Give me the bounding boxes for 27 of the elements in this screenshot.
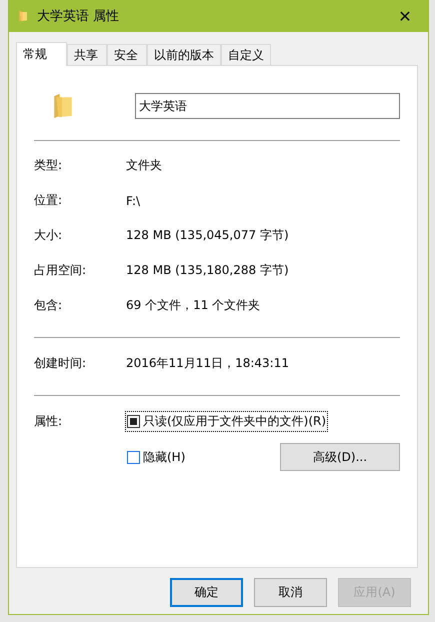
tab[interactable]: 常规 [16,42,67,66]
advanced-button[interactable]: 高级(D)... [280,443,400,471]
window-title: 大学英语 属性 [37,8,120,25]
field-label: 包含: [34,297,64,314]
close-button[interactable]: ✕ [382,0,428,32]
field-value: 文件夹 [126,157,162,174]
tab[interactable]: 安全 [107,44,147,65]
dialog-button[interactable]: 确定 [170,578,243,607]
field-label: 位置: [34,192,64,209]
tab[interactable]: 以前的版本 [147,44,221,65]
tab[interactable]: 共享 [67,44,107,65]
field-label: 占用空间: [34,262,88,279]
name-field[interactable]: 大学英语 [135,93,400,119]
dialog-button[interactable]: 取消 [254,578,327,607]
folder-icon [18,9,28,23]
field-label: 大小: [34,227,64,244]
checkbox[interactable]: 隐藏(H) [126,448,186,466]
field-value: 128 MB (135,045,077 字节) [126,227,289,244]
field-value: 2016年11月11日，18:43:11 [126,355,289,372]
tab[interactable]: 自定义 [221,44,271,65]
field-label: 类型: [34,157,64,174]
field-value: F:\ [126,194,140,208]
field-label: 创建时间: [34,355,88,372]
field-value: 69 个文件，11 个文件夹 [126,297,260,314]
field-label: 属性: [34,413,64,430]
field-value: 128 MB (135,180,288 字节) [126,262,289,279]
checkbox[interactable]: 只读(仅应用于文件夹中的文件)(R) [126,412,328,431]
